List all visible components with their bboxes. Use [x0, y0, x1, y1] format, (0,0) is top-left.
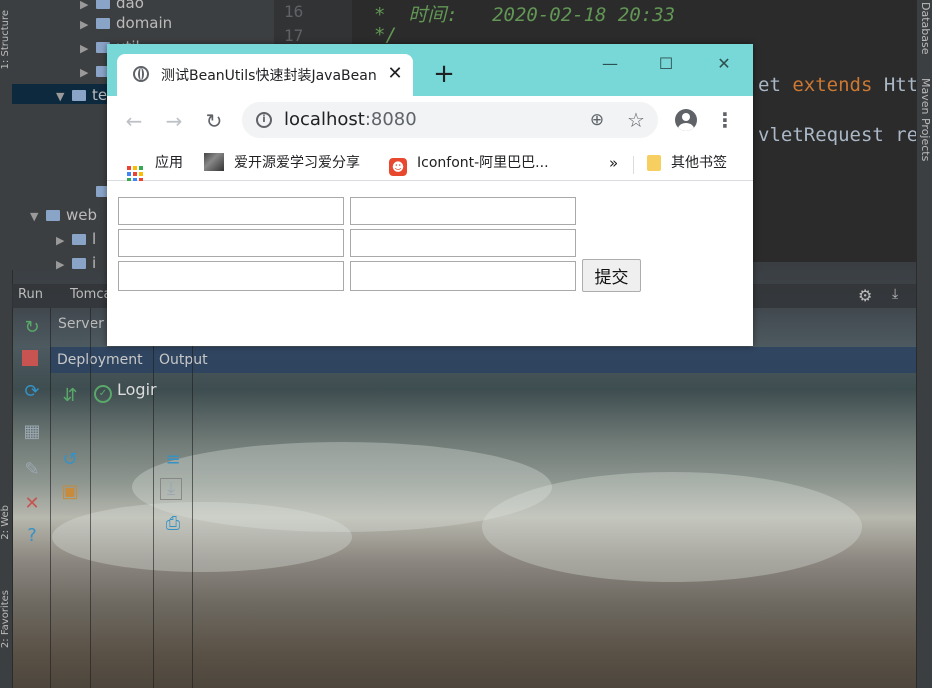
deployment-label: Deployment	[57, 352, 143, 368]
line-number: 16	[284, 2, 304, 21]
deployed-artifact-item[interactable]: ✓ Logir	[94, 380, 157, 403]
deployed-check-icon: ✓	[94, 385, 112, 403]
dump-threads-icon[interactable]: ▦	[22, 422, 42, 442]
folder-icon	[72, 258, 86, 269]
bookmark-open-source[interactable]: 爱开源爱学习爱分享	[204, 152, 360, 174]
pin-icon[interactable]: ✎	[22, 460, 42, 480]
profile-avatar-icon[interactable]	[675, 109, 697, 131]
tab-close-icon[interactable]: ✕	[385, 64, 405, 84]
tomcat-config-label[interactable]: Tomca	[70, 287, 111, 302]
scroll-to-end-icon[interactable]: ⤓	[160, 478, 182, 500]
panel-divider	[90, 308, 91, 688]
browser-window: 测试BeanUtils快速封装JavaBean ✕ + — ☐ ✕ ← → ↻ …	[107, 44, 753, 346]
hide-panel-icon[interactable]: ⤓	[892, 286, 898, 302]
site-info-icon[interactable]: i	[256, 112, 272, 128]
form-field-4[interactable]	[350, 229, 576, 257]
package-folder-icon	[72, 90, 86, 101]
maximize-button[interactable]: ☐	[651, 52, 681, 76]
code-class-declaration: et extends Htt	[758, 74, 919, 96]
submit-button[interactable]: 提交	[582, 259, 641, 292]
output-label: Output	[159, 352, 208, 368]
globe-icon	[133, 66, 149, 82]
redeploy-icon[interactable]: ↺	[60, 450, 80, 470]
code-method-signature: vletRequest re	[758, 124, 919, 146]
stop-icon[interactable]	[22, 350, 38, 366]
minimize-button[interactable]: —	[595, 52, 625, 76]
artifact-icon[interactable]: ▣	[60, 482, 80, 502]
form-field-6[interactable]	[350, 261, 576, 291]
folder-icon	[647, 155, 661, 171]
zoom-icon[interactable]: ⊕	[587, 110, 607, 130]
right-tool-strip: Database Maven Projects	[916, 0, 932, 688]
site-image-icon	[204, 153, 224, 171]
bookmark-other-folder[interactable]: 其他书签	[647, 152, 727, 174]
favorites-tool-label[interactable]: 2: Favorites	[0, 590, 12, 648]
address-bar[interactable]: i localhost:8080 ⊕ ☆	[242, 102, 658, 138]
close-window-button[interactable]: ✕	[709, 52, 739, 76]
wave-foam	[482, 472, 862, 582]
run-tab-label[interactable]: Run	[18, 287, 43, 302]
expand-arrow-icon[interactable]: ▶	[56, 231, 72, 251]
help-icon[interactable]: ?	[22, 526, 42, 546]
bookmark-iconfont[interactable]: ☻ Iconfont-阿里巴巴...	[389, 152, 549, 176]
line-number: 17	[284, 26, 304, 45]
browser-menu-icon[interactable]: ⋮	[715, 108, 735, 132]
bookmarks-bar: 应用 爱开源爱学习爱分享 ☻ Iconfont-阿里巴巴... » 其他书签	[107, 146, 753, 182]
tab-title: 测试BeanUtils快速封装JavaBean	[161, 68, 377, 84]
print-icon[interactable]: ⎙	[163, 514, 183, 534]
server-tab[interactable]: Server	[58, 316, 104, 332]
database-tool-label[interactable]: Database	[919, 2, 932, 55]
wave-foam	[52, 502, 352, 572]
package-folder-icon	[96, 0, 110, 9]
tree-item-webapp[interactable]: ▼ web	[30, 205, 97, 225]
url-text[interactable]: localhost:8080	[284, 109, 417, 131]
tree-item-l[interactable]: ▶ l	[56, 229, 96, 249]
web-folder-icon	[46, 210, 60, 221]
panel-divider	[50, 308, 51, 688]
expand-arrow-icon[interactable]: ▶	[80, 39, 96, 59]
maven-tool-label[interactable]: Maven Projects	[919, 78, 932, 161]
expand-arrow-icon[interactable]: ▶	[56, 255, 72, 275]
browser-titlebar[interactable]: 测试BeanUtils快速封装JavaBean ✕ + — ☐ ✕	[107, 44, 753, 96]
bookmarks-overflow-chevron-icon[interactable]: »	[609, 152, 618, 174]
code-comment-time: * 时间: 2020-02-18 20:33	[374, 4, 676, 26]
panel-divider	[153, 308, 154, 688]
form-field-1[interactable]	[118, 197, 344, 225]
tree-item-dao[interactable]: ▶ dao	[80, 0, 144, 13]
code-comment-end: */	[374, 24, 397, 46]
close-icon[interactable]: ✕	[22, 494, 42, 514]
update-app-icon[interactable]: ⟳	[22, 382, 42, 402]
bookmarks-separator	[633, 156, 634, 174]
collapse-arrow-icon[interactable]: ▼	[30, 207, 46, 227]
form-field-3[interactable]	[118, 229, 344, 257]
bookmark-star-icon[interactable]: ☆	[625, 109, 647, 131]
reload-button[interactable]: ↻	[201, 108, 227, 134]
bookmark-apps[interactable]: 应用	[127, 152, 183, 182]
browser-toolbar: ← → ↻ i localhost:8080 ⊕ ☆ ⋮	[107, 96, 753, 146]
web-tool-label[interactable]: 2: Web	[0, 505, 12, 540]
folder-icon	[72, 234, 86, 245]
settings-gear-icon[interactable]: ⚙	[858, 286, 872, 305]
expand-arrow-icon[interactable]: ▶	[80, 63, 96, 83]
form-field-2[interactable]	[350, 197, 576, 225]
iconfont-icon: ☻	[389, 158, 407, 176]
panel-divider	[192, 308, 193, 688]
soft-wrap-icon[interactable]: ≡	[163, 450, 183, 470]
back-button[interactable]: ←	[121, 108, 147, 134]
expand-arrow-icon[interactable]: ▶	[80, 15, 96, 35]
tree-item-i[interactable]: ▶ i	[56, 253, 96, 273]
structure-tool-label[interactable]: 1: Structure	[0, 10, 12, 69]
forward-button[interactable]: →	[161, 108, 187, 134]
new-tab-button[interactable]: +	[432, 61, 456, 87]
deployment-header: Deployment Output	[50, 347, 916, 373]
form-field-5[interactable]	[118, 261, 344, 291]
deploy-icon[interactable]: ⇵	[60, 386, 80, 406]
browser-tab-active[interactable]: 测试BeanUtils快速封装JavaBean ✕	[117, 54, 413, 96]
tree-item-domain[interactable]: ▶ domain	[80, 13, 172, 33]
apps-grid-icon	[127, 166, 143, 182]
page-content: 提交	[107, 181, 753, 346]
collapse-arrow-icon[interactable]: ▼	[56, 87, 72, 107]
package-folder-icon	[96, 18, 110, 29]
rerun-icon[interactable]: ↻	[22, 318, 42, 338]
